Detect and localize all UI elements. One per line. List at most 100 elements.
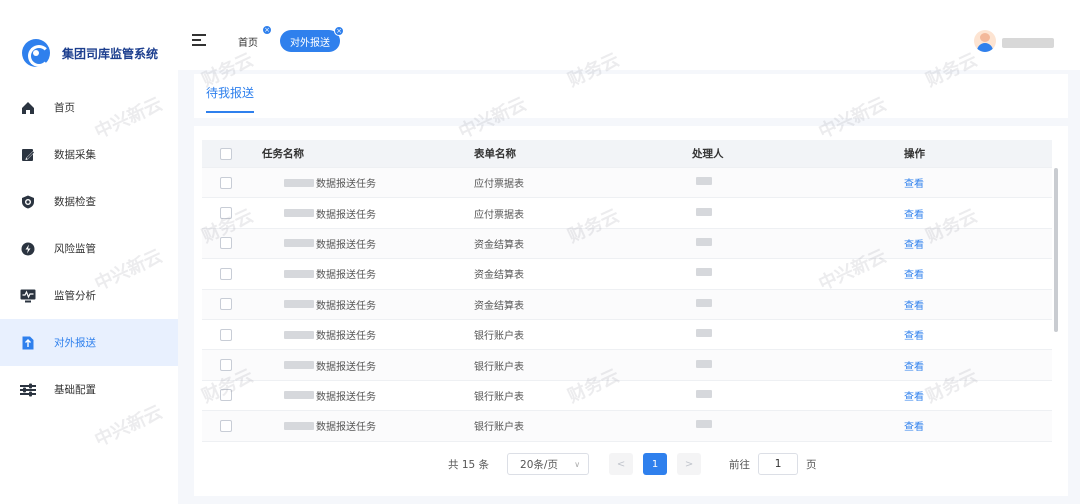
form-name: 资金结算表 — [474, 300, 524, 312]
redacted-text — [284, 330, 314, 339]
redacted-text — [284, 209, 314, 218]
form-name: 银行账户表 — [474, 422, 524, 434]
edit-icon — [20, 147, 36, 163]
table-row: 数据报送任务 资金结算表 查看 — [202, 228, 1052, 260]
goto-page-input[interactable]: 1 — [758, 453, 799, 475]
next-page-button[interactable]: > — [677, 453, 702, 475]
home-icon — [20, 100, 36, 116]
sidebar-item-analysis[interactable]: 监管分析 — [0, 272, 178, 319]
logo-icon — [22, 39, 50, 67]
view-link[interactable]: 查看 — [904, 179, 924, 190]
sliders-icon — [20, 382, 36, 398]
view-link[interactable]: 查看 — [904, 331, 924, 342]
pagination: 共 15 条 20条/页 ∨ < 1 > 前往 1 页 — [448, 452, 817, 476]
handler-redacted — [696, 268, 712, 277]
form-name: 应付票据表 — [474, 179, 524, 191]
handler-redacted — [696, 298, 712, 307]
sidebar-item-label: 监管分析 — [54, 290, 96, 302]
tab-external-report[interactable]: 对外报送 × — [280, 26, 344, 52]
header-handler: 处理人 — [692, 148, 724, 160]
task-name: 数据报送任务 — [316, 331, 376, 343]
view-link[interactable]: 查看 — [904, 392, 924, 403]
row-checkbox[interactable] — [220, 207, 232, 220]
username-redacted[interactable] — [1002, 38, 1054, 48]
task-table: 任务名称 表单名称 处理人 操作 数据报送任务 应付票据表 查看 数据报送任务 应付票据… — [202, 140, 1052, 442]
prev-page-button[interactable]: < — [609, 453, 634, 475]
redacted-text — [284, 178, 314, 187]
table-row: 数据报送任务 应付票据表 查看 — [202, 168, 1052, 199]
task-name: 数据报送任务 — [316, 209, 376, 221]
handler-redacted — [696, 207, 712, 216]
goto-page: 前往 1 页 — [729, 453, 817, 475]
view-link[interactable]: 查看 — [904, 240, 924, 251]
handler-redacted — [696, 237, 712, 246]
vertical-scrollbar[interactable] — [1054, 168, 1058, 332]
task-name: 数据报送任务 — [316, 239, 376, 251]
sidebar-item-home[interactable]: 首页 — [0, 84, 178, 131]
handler-redacted — [696, 359, 712, 368]
table-row: 数据报送任务 银行账户表 查看 — [202, 350, 1052, 381]
form-name: 资金结算表 — [474, 270, 524, 282]
task-name: 数据报送任务 — [316, 300, 376, 312]
sidebar-item-external-report[interactable]: 对外报送 — [0, 319, 178, 366]
close-icon[interactable]: × — [334, 26, 344, 36]
app-title: 集团司库监管系统 — [62, 46, 159, 61]
row-checkbox[interactable] — [220, 419, 232, 432]
page-size-select[interactable]: 20条/页 ∨ — [507, 453, 590, 475]
sidebar-item-label: 首页 — [54, 102, 75, 114]
table-row: 数据报送任务 资金结算表 查看 — [202, 289, 1052, 320]
row-checkbox[interactable] — [220, 389, 232, 402]
sidebar-item-label: 对外报送 — [54, 337, 96, 349]
header-task-name: 任务名称 — [262, 148, 304, 160]
tab-home[interactable]: 首页 × — [230, 25, 272, 52]
sidebar-item-label: 基础配置 — [54, 384, 96, 396]
total-count: 共 15 条 — [448, 458, 490, 471]
redacted-text — [284, 269, 314, 278]
sidebar: 集团司库监管系统 首页 数据采集 数据检查 风险监管 监管分析 对外报送 基础配… — [0, 0, 178, 504]
shield-icon — [20, 194, 36, 210]
redacted-text — [284, 239, 314, 248]
tab-home-label: 首页 — [238, 37, 258, 49]
table-panel: 任务名称 表单名称 处理人 操作 数据报送任务 应付票据表 查看 数据报送任务 应付票据… — [194, 126, 1068, 496]
row-checkbox[interactable] — [220, 328, 232, 341]
sidebar-item-label: 风险监管 — [54, 243, 96, 255]
sidebar-item-label: 数据检查 — [54, 196, 96, 208]
redacted-text — [284, 421, 314, 430]
goto-suffix: 页 — [806, 458, 817, 471]
view-link[interactable]: 查看 — [904, 210, 924, 221]
tab-active-label: 对外报送 — [290, 37, 330, 49]
lightning-icon — [20, 241, 36, 257]
view-link[interactable]: 查看 — [904, 301, 924, 312]
header-operation: 操作 — [904, 148, 925, 160]
view-link[interactable]: 查看 — [904, 362, 924, 373]
header-form-name: 表单名称 — [474, 148, 516, 160]
redacted-text — [284, 300, 314, 309]
brand[interactable]: 集团司库监管系统 — [22, 38, 158, 68]
goto-label: 前往 — [729, 458, 751, 471]
form-name: 银行账户表 — [474, 391, 524, 403]
sidebar-nav: 首页 数据采集 数据检查 风险监管 监管分析 对外报送 基础配置 — [0, 84, 178, 413]
row-checkbox[interactable] — [220, 298, 232, 311]
view-link[interactable]: 查看 — [904, 270, 924, 281]
form-name: 应付票据表 — [474, 209, 524, 221]
task-name: 数据报送任务 — [316, 361, 376, 373]
select-all-checkbox[interactable] — [220, 147, 232, 160]
sidebar-item-data-collection[interactable]: 数据采集 — [0, 131, 178, 178]
table-row: 数据报送任务 应付票据表 查看 — [202, 198, 1052, 229]
avatar[interactable] — [974, 30, 996, 52]
row-checkbox[interactable] — [220, 359, 232, 372]
close-icon[interactable]: × — [262, 25, 272, 35]
row-checkbox[interactable] — [220, 267, 232, 280]
sidebar-item-risk[interactable]: 风险监管 — [0, 225, 178, 272]
row-checkbox[interactable] — [220, 237, 232, 250]
row-checkbox[interactable] — [220, 176, 232, 189]
chevron-down-icon: ∨ — [574, 460, 581, 469]
menu-collapse-icon[interactable] — [192, 34, 206, 46]
tab-pending-report[interactable]: 待我报送 — [206, 84, 255, 113]
view-link[interactable]: 查看 — [904, 422, 924, 433]
table-row: 数据报送任务 资金结算表 查看 — [202, 259, 1052, 290]
page-1-button[interactable]: 1 — [643, 453, 668, 475]
sidebar-item-config[interactable]: 基础配置 — [0, 366, 178, 413]
sidebar-item-label: 数据采集 — [54, 149, 96, 161]
sidebar-item-data-check[interactable]: 数据检查 — [0, 178, 178, 225]
